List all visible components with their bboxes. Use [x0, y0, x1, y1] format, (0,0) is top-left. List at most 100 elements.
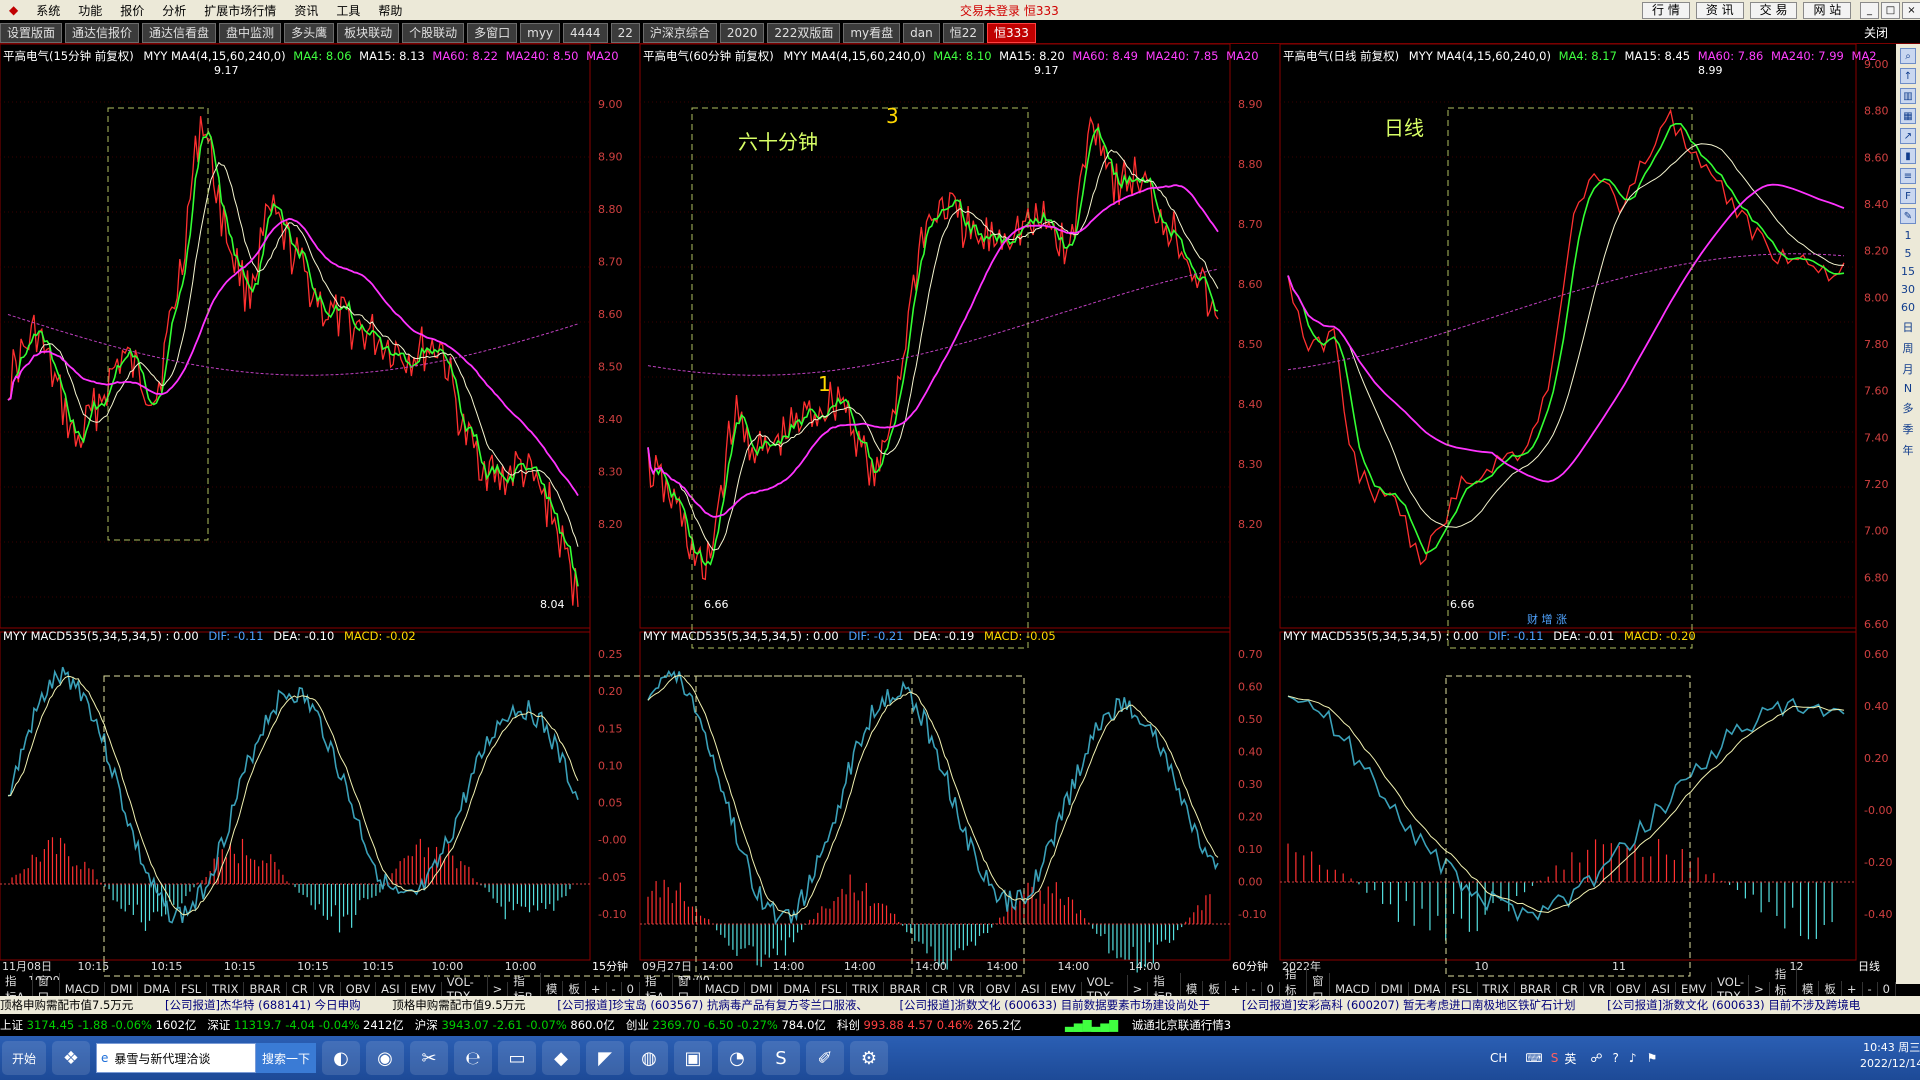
search-icon[interactable]: ⌕: [1900, 48, 1916, 64]
ticker-item-1[interactable]: [公司报道]杰华特 (688141) 今日申购: [165, 998, 361, 1012]
period-month[interactable]: 月: [1903, 361, 1914, 377]
website-button[interactable]: 网 站: [1803, 1, 1852, 19]
tab-22[interactable]: 22: [610, 22, 640, 43]
maximize-button[interactable]: □: [1881, 1, 1900, 19]
grid-icon[interactable]: ▦: [1900, 108, 1916, 124]
indicator-tab[interactable]: >: [1749, 981, 1770, 996]
quotes-button[interactable]: 行 情: [1642, 1, 1690, 19]
indicator-tab[interactable]: OBV: [341, 981, 377, 996]
fortune-icon[interactable]: ▣: [674, 1041, 712, 1075]
menu-extended-market[interactable]: 扩展市场行情: [195, 2, 285, 19]
indicator-tab[interactable]: BRAR: [884, 981, 927, 996]
indicator-tab[interactable]: CR: [1557, 981, 1585, 996]
settings-icon[interactable]: ⚙: [850, 1041, 888, 1075]
indicator-tab[interactable]: 板: [563, 980, 586, 997]
minimize-button[interactable]: _: [1860, 1, 1879, 19]
flag-icon[interactable]: ⚑: [1647, 1051, 1658, 1065]
tab-bull-eagle[interactable]: 多头鹰: [284, 22, 335, 43]
indicator-tab[interactable]: TRIX: [847, 981, 885, 996]
indicator-tab[interactable]: TRIX: [207, 981, 245, 996]
indicator-tab[interactable]: >: [1128, 981, 1149, 996]
pane2-period[interactable]: 60分钟: [1232, 958, 1268, 973]
indicator-tab[interactable]: CR: [927, 981, 954, 996]
taskbar-search-input[interactable]: e 暴雪与新代理洽谈: [96, 1043, 256, 1073]
close-layout-button[interactable]: 关闭: [1864, 24, 1888, 41]
news-button[interactable]: 资 讯: [1695, 1, 1744, 19]
indicator-tab[interactable]: ASI: [1016, 981, 1046, 996]
indicator-tab[interactable]: DMA: [1409, 981, 1447, 996]
tab-heng333[interactable]: 恒333: [986, 22, 1036, 43]
pencil-icon[interactable]: ✎: [1900, 208, 1916, 224]
indicator-tab[interactable]: DMA: [778, 981, 817, 996]
tab-dan[interactable]: dan: [903, 22, 940, 43]
indicator-tab[interactable]: 模: [541, 980, 564, 997]
indicator-tab[interactable]: EMV: [1046, 981, 1082, 996]
sogou-icon[interactable]: S: [762, 1041, 800, 1075]
stock-app-icon[interactable]: ◍: [630, 1041, 668, 1075]
pane3-macd-title[interactable]: MYY MACD535(5,34,5,34,5) : 0.00: [1283, 629, 1479, 643]
indicator-tab[interactable]: MACD: [1330, 981, 1376, 996]
index-star[interactable]: 科创 993.88 4.57 0.46% 265.2亿: [837, 1018, 1021, 1032]
indicator-tab[interactable]: OBV: [981, 981, 1017, 996]
tab-myy[interactable]: myy: [520, 22, 561, 43]
period-60min[interactable]: 60: [1901, 301, 1915, 314]
indicator-tab[interactable]: BRAR: [244, 981, 287, 996]
period-15min[interactable]: 15: [1901, 265, 1915, 278]
huatai-icon[interactable]: ◆: [542, 1041, 580, 1075]
indicator-tab[interactable]: -: [1863, 981, 1878, 996]
ie-browser-icon[interactable]: ℮: [454, 1041, 492, 1075]
indicator-tab[interactable]: MACD: [60, 981, 106, 996]
search-button[interactable]: 搜索一下: [256, 1043, 316, 1073]
tab-4444[interactable]: 4444: [563, 22, 608, 43]
tab-sector-link[interactable]: 板块联动: [337, 22, 400, 43]
indicator-tab[interactable]: 板: [1819, 980, 1842, 997]
indicator-tab[interactable]: BRAR: [1515, 981, 1558, 996]
tab-multi-window[interactable]: 多窗口: [467, 22, 518, 43]
indicator-tab[interactable]: >: [488, 981, 509, 996]
candle-icon[interactable]: ▥: [1900, 88, 1916, 104]
menu-function[interactable]: 功能: [69, 2, 111, 19]
menu-quote[interactable]: 报价: [111, 2, 153, 19]
indicator-tab[interactable]: 0: [622, 981, 640, 996]
indicator-tab[interactable]: ASI: [376, 981, 406, 996]
start-button[interactable]: 开始: [2, 1041, 46, 1075]
pane1-title[interactable]: 平高电气(15分钟 前复权): [3, 49, 134, 63]
period-n[interactable]: N: [1904, 382, 1912, 395]
ticker-item-5[interactable]: [公司报道]安彩高科 (600207) 暂无考虑进口南极地区铁矿石计划: [1242, 998, 1576, 1012]
server-status[interactable]: 诚通北京联通行情3: [1132, 1018, 1231, 1032]
f10-icon[interactable]: F: [1900, 188, 1916, 204]
tab-tdx-watch[interactable]: 通达信看盘: [142, 22, 217, 43]
tab-my-watch[interactable]: my看盘: [843, 22, 901, 43]
trade-button[interactable]: 交 易: [1749, 1, 1798, 19]
clock[interactable]: 10:43 周三 2022/12/14: [1860, 1040, 1920, 1072]
close-button[interactable]: ×: [1902, 1, 1920, 19]
indicator-tab[interactable]: -: [1247, 981, 1262, 996]
period-day[interactable]: 日: [1903, 319, 1914, 335]
pane2-macd-title[interactable]: MYY MACD535(5,34,5,34,5) : 0.00: [643, 629, 839, 643]
pane3-title[interactable]: 平高电气(日线 前复权): [1283, 49, 1399, 63]
tab-stock-link[interactable]: 个股联动: [402, 22, 465, 43]
indicator-tab[interactable]: MACD: [700, 981, 746, 996]
menu-analysis[interactable]: 分析: [153, 2, 195, 19]
up-arrow-icon[interactable]: ↑: [1900, 68, 1916, 84]
tab-intraday-monitor[interactable]: 盘中监测: [219, 22, 282, 43]
indicator-tab[interactable]: TRIX: [1478, 981, 1515, 996]
index-shanghai[interactable]: 上证 3174.45 -1.88 -0.06% 1602亿: [0, 1018, 196, 1032]
indicator-tab[interactable]: FSL: [1446, 981, 1478, 996]
indicator-tab[interactable]: -: [607, 981, 622, 996]
indicator-tab[interactable]: DMI: [745, 981, 779, 996]
ticker-item-4[interactable]: [公司报道]浙数文化 (600633) 目前数据要素市场建设尚处于: [900, 998, 1211, 1012]
ime-mode[interactable]: 英: [1564, 1050, 1576, 1067]
period-week[interactable]: 周: [1903, 340, 1914, 356]
period-multi[interactable]: 多: [1903, 400, 1914, 416]
pane1-macd-title[interactable]: MYY MACD535(5,34,5,34,5) : 0.00: [3, 629, 199, 643]
folder-icon[interactable]: ▭: [498, 1041, 536, 1075]
indicator-tab[interactable]: VR: [954, 981, 981, 996]
finance-badge[interactable]: 财 增 涨: [1527, 611, 1567, 627]
indicator-tab[interactable]: FSL: [816, 981, 848, 996]
ticker-item-6[interactable]: [公司报道]浙数文化 (600633) 目前不涉及跨境电: [1607, 998, 1860, 1012]
ticker-item-0[interactable]: 顶格申购需配市值7.5万元: [0, 998, 133, 1012]
input-lang[interactable]: CH: [1490, 1051, 1507, 1065]
tab-tdx-quote[interactable]: 通达信报价: [65, 22, 140, 43]
tab-222-dual[interactable]: 222双版面: [767, 22, 841, 43]
